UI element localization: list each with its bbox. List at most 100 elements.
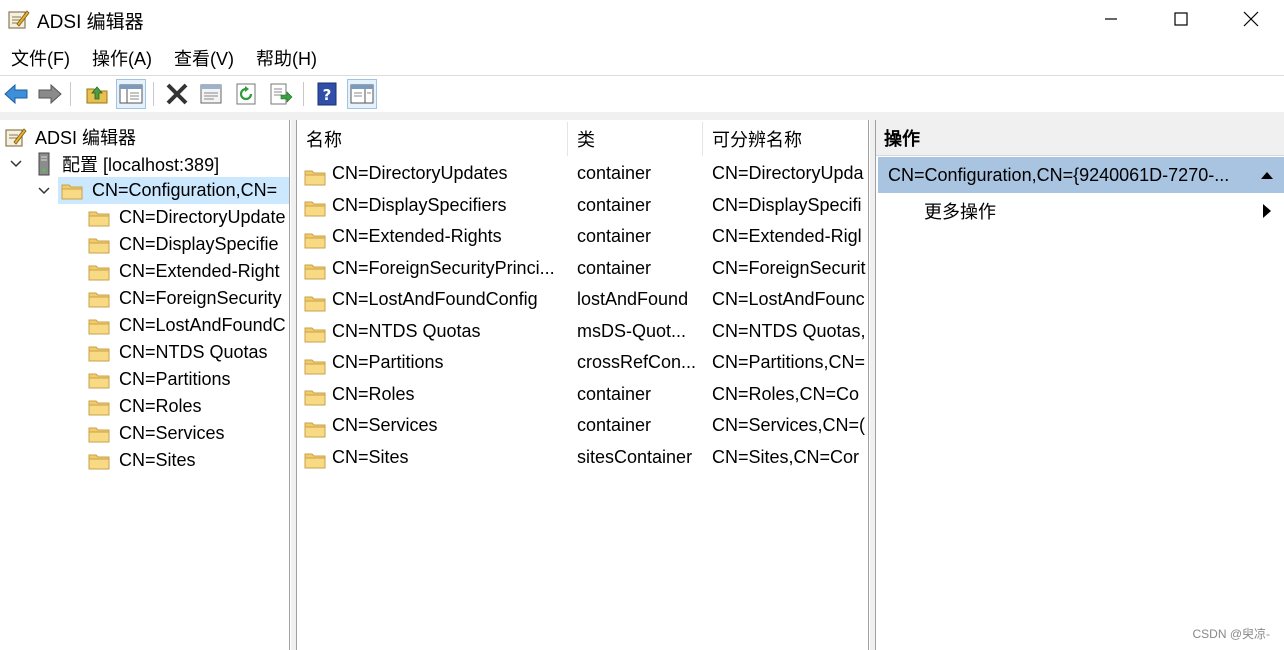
tree-item[interactable]: CN=DisplaySpecifie [88,231,279,258]
tree-item-label: CN=Extended-Right [119,261,280,281]
tree-item[interactable]: CN=DirectoryUpdate [88,204,286,231]
tree-item-label: CN=DirectoryUpdate [119,207,286,227]
tree-item-label: CN=Partitions [119,369,231,389]
list-cell-name: CN=NTDS Quotas [332,320,481,341]
list-cell-class: container [577,415,652,435]
list-cell-dn: CN=LostAndFounc [712,289,865,309]
tree-item-label: CN=DisplaySpecifie [119,234,279,254]
window-title: ADSI 编辑器 [37,12,144,33]
toolbar-separator [70,82,71,106]
list-cell-name: CN=Services [332,415,438,435]
list-row[interactable]: CN=NTDS Quotas msDS-Quot... CN=NTDS Quotas… [297,316,868,347]
properties-button[interactable] [196,79,226,109]
list-cell-class: sitesContainer [577,446,693,467]
list-pane: 名称 类 可分辨名称 CN=DirectoryUpdates container C… [296,120,869,650]
tree-item[interactable]: CN=NTDS Quotas [88,339,268,366]
collapse-up-icon[interactable] [1261,171,1273,179]
list-cell-class: container [577,194,652,215]
folder-icon [304,228,326,248]
list-cell-name: CN=Extended-Rights [332,226,502,246]
show-hide-action-pane-button[interactable] [347,79,377,109]
submenu-arrow-icon[interactable] [1263,204,1271,218]
list-cell-name: CN=DisplaySpecifiers [332,194,507,215]
tree-configuration-label: CN=Configuration,CN= [92,180,278,200]
server-icon [38,152,50,175]
tree-item[interactable]: CN=Partitions [88,366,231,393]
column-header-name[interactable]: 名称 [297,120,567,158]
maximize-icon [1174,12,1188,26]
up-level-button[interactable] [82,79,112,109]
menu-action[interactable]: 操作(A) [81,44,163,74]
list-row[interactable]: CN=ForeignSecurityPrinci... container CN=F… [297,253,868,284]
folder-icon [88,344,110,362]
list-row[interactable]: CN=Extended-Rights container CN=Extended-R… [297,221,868,252]
tree-item[interactable]: CN=Sites [88,447,196,474]
delete-button[interactable] [162,79,192,109]
folder-icon [304,322,326,343]
adsi-edit-icon [8,10,30,29]
folder-icon [88,371,110,389]
column-header-class[interactable]: 类 [568,120,702,158]
export-list-button[interactable] [266,79,296,109]
list-row[interactable]: CN=Roles container CN=Roles,CN=Co [297,379,868,410]
folder-icon [88,317,110,335]
tree-item[interactable]: CN=LostAndFoundC [88,312,286,339]
tree-root[interactable]: ADSI 编辑器 [4,123,136,150]
list-row[interactable]: CN=Partitions crossRefCon... CN=Partitions… [297,347,868,378]
list-row[interactable]: CN=DirectoryUpdates container CN=Directory… [297,158,868,189]
tree-configuration-node[interactable]: CN=Configuration,CN= [58,177,289,204]
title-bar: ADSI 编辑器 [0,0,1284,38]
list-cell-dn: CN=Partitions,CN= [712,352,866,372]
forward-icon [38,83,62,105]
list-row[interactable]: CN=Sites sitesContainer CN=Sites,CN=Cor [297,442,868,473]
tree-pane: ADSI 编辑器 配置 [localhost:389] CN=Configura… [0,120,290,650]
tree-root-label: ADSI 编辑器 [35,127,137,148]
menu-bar: 文件(F) 操作(A) 查看(V) 帮助(H) [0,44,328,74]
folder-icon [61,182,83,200]
menu-file[interactable]: 文件(F) [0,44,81,74]
list-row[interactable]: CN=Services container CN=Services,CN=( [297,410,868,441]
forward-button[interactable] [35,79,65,109]
folder-icon [88,452,110,470]
list-cell-class: container [577,226,652,246]
chevron-down-icon[interactable] [10,158,22,170]
chevron-down-icon[interactable] [38,185,50,197]
actions-selected-item[interactable]: CN=Configuration,CN={9240061D-7270-... [878,157,1284,193]
tree-item[interactable]: CN=Roles [88,393,202,420]
menu-view[interactable]: 查看(V) [163,44,245,74]
back-button[interactable] [1,79,31,109]
folder-icon [304,196,326,217]
folder-icon [304,417,326,437]
list-row[interactable]: CN=DisplaySpecifiers container CN=DisplayS… [297,190,868,221]
back-icon [4,83,28,105]
refresh-icon [236,83,256,105]
list-cell-class: container [577,163,652,183]
list-row[interactable]: CN=LostAndFoundConfig lostAndFound CN=Lost… [297,284,868,315]
list-cell-dn: CN=NTDS Quotas, [712,320,866,341]
tree-item-label: CN=LostAndFoundC [119,315,286,335]
list-cell-dn: CN=Sites,CN=Cor [712,446,860,467]
list-cell-class: container [577,383,652,404]
adsi-edit-icon [5,127,27,147]
show-hide-tree-button[interactable] [116,79,146,109]
folder-icon [304,291,326,311]
close-button[interactable] [1216,0,1284,38]
column-header-dn[interactable]: 可分辨名称 [703,120,868,158]
refresh-button[interactable] [232,79,262,109]
list-cell-dn: CN=Extended-Rigl [712,226,862,246]
properties-icon [200,84,222,104]
tree-item[interactable]: CN=Extended-Right [88,258,280,285]
menu-help[interactable]: 帮助(H) [245,44,328,74]
tree-item-label: CN=ForeignSecurity [119,288,282,308]
tree-item[interactable]: CN=ForeignSecurity [88,285,282,312]
maximize-button[interactable] [1146,0,1216,38]
tree-item[interactable]: CN=Services [88,420,225,447]
tree-connection[interactable]: 配置 [localhost:389] [36,150,219,177]
svg-text:?: ? [323,86,332,104]
tree-item-label: CN=Sites [119,450,196,470]
help-button[interactable]: ? [312,79,342,109]
minimize-button[interactable] [1076,0,1146,38]
folder-icon [88,236,110,254]
delete-icon [166,83,188,105]
more-actions-item[interactable]: 更多操作 [924,198,996,226]
